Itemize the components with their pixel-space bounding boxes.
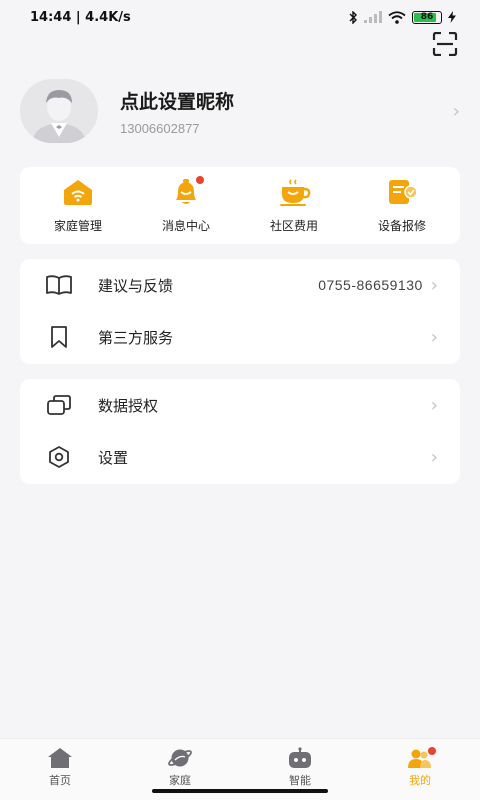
house-icon	[48, 748, 72, 768]
menu-card-1: 建议与反馈 0755-86659130 › 第三方服务 ›	[20, 259, 460, 364]
quick-action-label: 设备报修	[377, 219, 426, 233]
charging-icon	[448, 11, 456, 23]
chevron-right-icon: ›	[430, 446, 438, 468]
battery-icon: 86	[412, 10, 442, 24]
status-bar: 14:44 | 4.4K/s 86	[0, 0, 480, 34]
status-time: 14:44 | 4.4K/s	[30, 9, 131, 25]
quick-action-label: 消息中心	[161, 219, 210, 233]
signal-icon	[364, 11, 382, 23]
repair-note-icon	[389, 180, 418, 204]
profile-info: 点此设置昵称 13006602877	[120, 87, 453, 136]
status-icons: 86	[348, 10, 456, 24]
home-wifi-icon	[64, 180, 92, 205]
quick-action-family-management[interactable]: 家庭管理	[28, 177, 128, 234]
feedback-phone[interactable]: 0755-86659130	[318, 277, 423, 293]
stacked-windows-icon	[47, 395, 71, 415]
tab-home[interactable]: 首页	[0, 739, 120, 800]
menu-item-label: 第三方服务	[98, 328, 174, 347]
quick-action-label: 社区费用	[269, 219, 318, 233]
tab-label: 首页	[49, 774, 71, 787]
chevron-right-icon: ›	[430, 394, 438, 416]
quick-action-device-repair[interactable]: 设备报修	[352, 177, 452, 234]
notification-badge	[196, 176, 204, 184]
avatar[interactable]	[20, 79, 98, 143]
menu-item-settings[interactable]: 设置 ›	[20, 431, 460, 483]
book-icon	[46, 275, 72, 295]
hexagon-settings-icon	[49, 446, 69, 468]
cup-icon	[280, 179, 311, 206]
nickname[interactable]: 点此设置昵称	[120, 87, 453, 114]
menu-item-label: 设置	[98, 448, 129, 467]
chevron-right-icon: ›	[430, 274, 438, 296]
notification-badge	[428, 747, 436, 755]
phone-number: 13006602877	[120, 120, 200, 136]
tab-label: 我的	[409, 774, 431, 787]
bell-icon-wrap	[169, 176, 204, 207]
menu-item-label: 数据授权	[98, 396, 159, 415]
tab-label: 智能	[289, 774, 311, 787]
menu-item-label: 建议与反馈	[98, 276, 174, 295]
menu-card-2: 数据授权 › 设置 ›	[20, 379, 460, 484]
menu-item-feedback[interactable]: 建议与反馈 0755-86659130 ›	[20, 259, 460, 311]
battery-level: 86	[420, 12, 434, 22]
users-icon-wrap	[407, 747, 436, 769]
quick-action-community-fees[interactable]: 社区费用	[244, 177, 344, 234]
quick-action-label: 家庭管理	[53, 219, 102, 233]
default-avatar-icon	[20, 79, 98, 143]
quick-actions-card: 家庭管理 消息中心 社区费用 设备报修	[20, 167, 460, 244]
chevron-right-icon: ›	[430, 326, 438, 348]
robot-icon	[289, 747, 311, 768]
bookmark-icon	[51, 326, 67, 348]
bluetooth-icon	[349, 10, 357, 24]
tab-label: 家庭	[169, 774, 191, 787]
menu-item-third-party-services[interactable]: 第三方服务 ›	[20, 311, 460, 363]
menu-item-data-authorization[interactable]: 数据授权 ›	[20, 379, 460, 431]
profile-header[interactable]: 点此设置昵称 13006602877 ›	[20, 78, 460, 144]
wifi-icon	[388, 10, 406, 24]
tab-mine[interactable]: 我的	[360, 739, 480, 800]
scan-icon[interactable]	[432, 32, 458, 56]
chevron-right-icon: ›	[452, 100, 460, 122]
planet-icon	[168, 749, 192, 767]
quick-action-message-center[interactable]: 消息中心	[136, 176, 236, 234]
home-indicator[interactable]	[152, 789, 328, 793]
